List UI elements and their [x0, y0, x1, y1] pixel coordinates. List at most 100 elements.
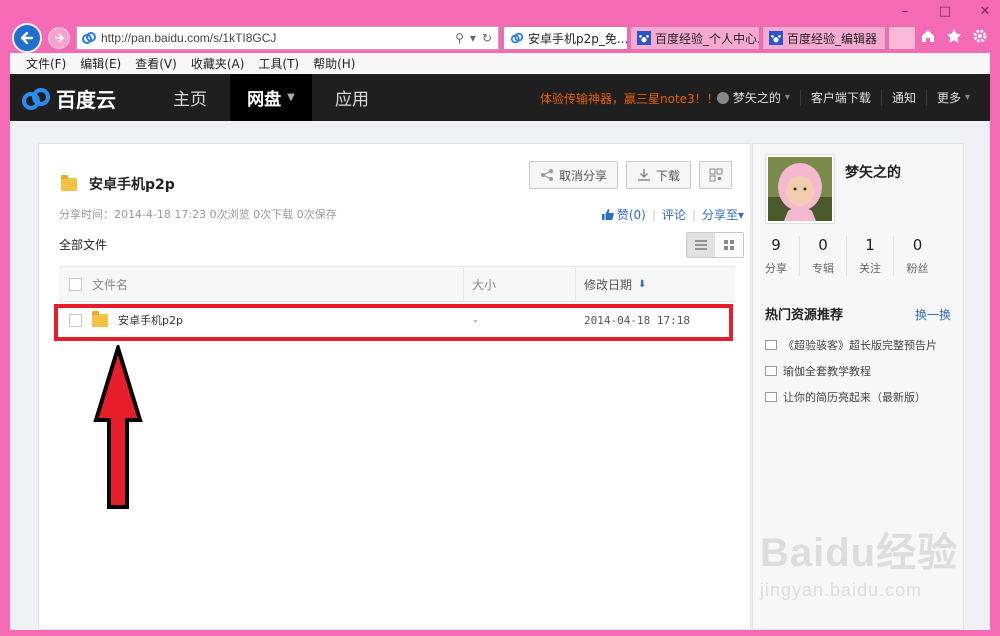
refresh-icon[interactable]: ↻ [482, 31, 492, 45]
list-item[interactable]: 瑜伽全套教学教程 [765, 358, 955, 384]
refresh-link[interactable]: 换一换 [915, 306, 951, 323]
close-window-button[interactable]: ✕ [978, 4, 992, 19]
baidu-cloud-favicon-icon [510, 32, 524, 44]
menu-favorites[interactable]: 收藏夹(A) [191, 55, 245, 72]
list-view-icon[interactable] [687, 233, 715, 257]
cancel-share-button[interactable]: 取消分享 [529, 161, 619, 189]
address-bar[interactable]: http://pan.baidu.com/s/1kTI8GCJ ⚲ ▾ ↻ [76, 26, 499, 50]
chevron-down-icon: ▾ [964, 92, 970, 103]
chevron-down-icon: ▾ [784, 92, 790, 103]
promo-link[interactable]: 体验传输神器，赢三星note3！！ [540, 90, 719, 107]
cloud-logo-icon [22, 87, 50, 110]
dropdown-icon[interactable]: ▾ [470, 31, 476, 45]
stat-number: 9 [771, 236, 781, 254]
tab-label: 安卓手机p2p_免... [528, 31, 628, 46]
list-item-label: 瑜伽全套教学教程 [783, 365, 871, 378]
settings-gear-icon[interactable] [972, 28, 988, 44]
nav-netdisk[interactable]: 网盘 ▼ [230, 74, 312, 121]
more-menu[interactable]: 更多 ▾ [925, 89, 980, 106]
stat-number: 0 [912, 236, 923, 254]
nav-apps[interactable]: 应用 [312, 74, 392, 121]
search-icon[interactable]: ⚲ [455, 31, 464, 45]
avatar[interactable] [765, 154, 835, 224]
tab-baidu-pan[interactable]: 安卓手机p2p_免... ✕ [503, 26, 628, 50]
address-text[interactable]: http://pan.baidu.com/s/1kTI8GCJ [101, 31, 455, 45]
maximize-button[interactable]: □ [938, 4, 952, 19]
cancel-share-label: 取消分享 [559, 168, 608, 183]
client-download-link[interactable]: 客户端下载 [799, 89, 881, 106]
minimize-button[interactable]: – [898, 4, 912, 19]
watermark-logo: Baidu经验 [760, 531, 959, 575]
window-controls: – □ ✕ [898, 4, 992, 19]
baidu-paw-icon [637, 31, 651, 45]
forward-button[interactable] [48, 27, 70, 49]
share-to-menu[interactable]: 分享至▾ [702, 206, 744, 223]
stat-number: 1 [865, 236, 875, 254]
qr-code-icon [709, 168, 723, 182]
nav-home-label: 主页 [173, 90, 207, 110]
stat-label: 关注 [859, 262, 881, 275]
notifications-link[interactable]: 通知 [880, 89, 926, 106]
menu-edit[interactable]: 编辑(E) [80, 55, 121, 72]
thumbs-up-icon [601, 209, 614, 220]
download-button[interactable]: 下载 [626, 161, 692, 189]
grid-view-icon[interactable] [715, 233, 743, 257]
more-label: 更多 [936, 91, 961, 105]
home-icon[interactable] [920, 28, 936, 44]
new-tab-button[interactable] [888, 26, 916, 50]
stat-following[interactable]: 1 关注 [847, 236, 894, 276]
menu-bar: 文件(F) 编辑(E) 查看(V) 收藏夹(A) 工具(T) 帮助(H) [10, 53, 990, 74]
sort-arrow-icon[interactable]: ⬇ [638, 279, 646, 290]
list-item-label: 让你的简历亮起来（最新版） [783, 391, 926, 404]
qr-code-button[interactable] [699, 161, 733, 189]
tab-label: 百度经验_编辑器 [787, 31, 878, 46]
nav-apps-label: 应用 [335, 90, 369, 110]
red-up-arrow-annotation [93, 345, 143, 509]
column-header-size[interactable]: 大小 [472, 276, 496, 293]
stat-label: 专辑 [812, 262, 834, 275]
back-button[interactable] [12, 23, 42, 53]
divider: | [651, 207, 656, 222]
like-button[interactable]: 赞(0) [601, 206, 646, 223]
menu-help[interactable]: 帮助(H) [313, 55, 355, 72]
user-name: 梦矢之的 [732, 91, 781, 105]
stat-shares[interactable]: 9 分享 [753, 236, 800, 276]
menu-tools[interactable]: 工具(T) [258, 55, 299, 72]
user-menu[interactable]: 梦矢之的 ▾ [707, 90, 800, 106]
menu-view[interactable]: 查看(V) [135, 55, 177, 72]
header-user-links: 梦矢之的 ▾ 客户端下载 通知 更多 ▾ [707, 74, 980, 121]
divider: | [691, 207, 696, 222]
menu-file[interactable]: 文件(F) [26, 55, 66, 72]
profile-username[interactable]: 梦矢之的 [845, 162, 901, 182]
select-all-checkbox[interactable] [69, 277, 82, 291]
column-header-name[interactable]: 文件名 [92, 276, 128, 293]
download-icon [638, 169, 651, 181]
view-toggle [686, 232, 744, 258]
stat-label: 分享 [765, 262, 787, 275]
stat-albums[interactable]: 0 专辑 [800, 236, 847, 276]
notifications-label: 通知 [891, 91, 916, 105]
stat-followers[interactable]: 0 粉丝 [894, 236, 941, 276]
share-icon [541, 169, 553, 181]
tab-jingyan-editor[interactable]: 百度经验_编辑器 [762, 26, 886, 50]
favorites-star-icon[interactable] [946, 28, 962, 44]
chevron-down-icon: ▼ [287, 92, 295, 103]
document-icon [765, 340, 777, 350]
breadcrumb[interactable]: 全部文件 [59, 236, 107, 253]
baidu-paw-icon [769, 31, 783, 45]
forward-arrow-icon [55, 33, 65, 43]
nav-home[interactable]: 主页 [150, 74, 230, 121]
tab-jingyan-profile[interactable]: 百度经验_个人中心... [630, 26, 760, 50]
back-arrow-icon [20, 31, 34, 45]
list-item[interactable]: 《超验骇客》超长版完整预告片 [765, 332, 955, 358]
baidu-cloud-logo[interactable]: 百度云 [22, 84, 116, 113]
list-item[interactable]: 让你的简历亮起来（最新版） [765, 384, 955, 410]
baidu-cloud-favicon-icon [82, 32, 96, 44]
nav-netdisk-label: 网盘 [247, 90, 282, 110]
watermark-url: jingyan.baidu.com [760, 580, 923, 600]
stat-label: 粉丝 [906, 262, 929, 275]
comment-link[interactable]: 评论 [662, 206, 686, 223]
column-header-date[interactable]: 修改日期 [584, 276, 632, 293]
share-title: 安卓手机p2p [61, 174, 175, 194]
profile-stats: 9 分享 0 专辑 1 关注 0 粉丝 [753, 236, 965, 276]
